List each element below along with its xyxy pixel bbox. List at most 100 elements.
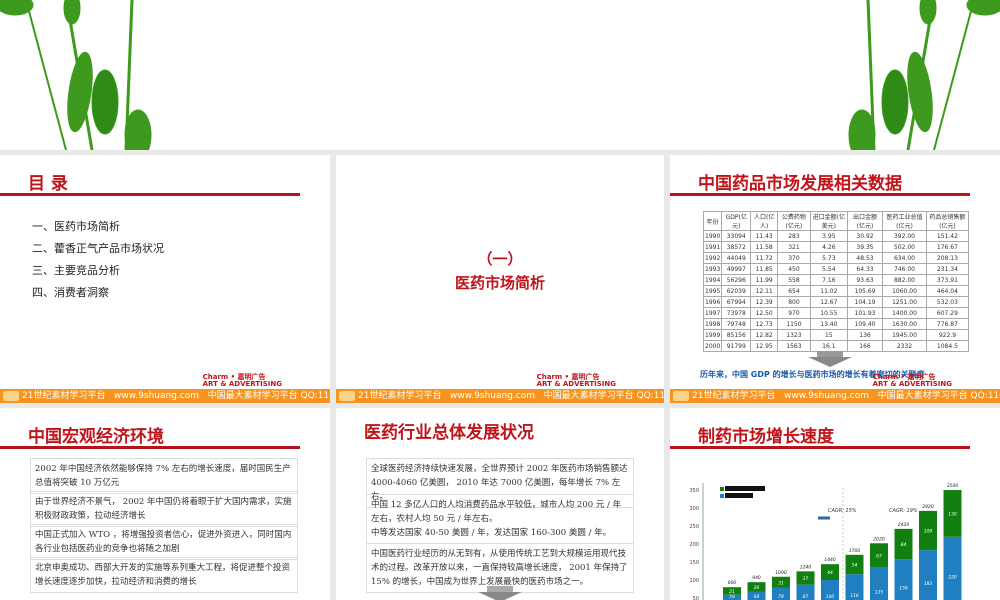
table-row: 1999 85156 12.82 1323 15 136 1945.00 922.9 [702,329,970,341]
column-header: 药品总销售额(亿元) [925,211,970,231]
total-label: 1090 [775,570,787,576]
data-label: 59 [729,594,735,600]
data-label: 220 [948,574,957,580]
slide-thumbnail-3[interactable]: 中国药品市场发展相关数据 年份 GDP(亿元) 人口(亿人) 公费药物(亿元) 进口金额… [670,155,1000,403]
table-cell: 44049 [721,252,752,264]
title-underline [0,193,300,196]
table-cell: 800 [777,296,811,308]
cagr-label: CAGR: 15% [828,508,857,514]
total-label: 940 [752,575,761,581]
data-label: 54 [852,563,858,569]
table-cell: 56296 [721,274,752,286]
table-cell: 1990 [702,230,723,242]
data-label: 109 [924,529,933,535]
total-label: 1440 [824,557,836,563]
table-cell: 607.29 [925,307,970,319]
slide-thumbnail-2[interactable]: （一） 医药市场简析 Charm • 嘉明广告 ART & ADVERTISING… [336,155,664,403]
table-cell: 4.26 [809,241,848,253]
table-cell: 12.39 [750,296,779,308]
footer-bar: 21世纪素材学习平台 www.9shuang.com 中国最大素材学习平台 QQ… [0,389,330,403]
table-cell: 882.00 [882,274,927,286]
table-cell: 11.72 [750,252,779,264]
table-cell: 502.00 [882,241,927,253]
table-cell: 39.35 [846,241,884,253]
data-label: 37 [803,576,809,582]
table-cell: 776.87 [925,318,970,330]
table-cell: 970 [777,307,811,319]
table-cell: 1060.00 [882,285,927,297]
table-cell: 67994 [721,296,752,308]
slide-thumbnail-6[interactable]: 制药市场增长速度 50 100 150 200 250 300 350 CAGR: 15% CA… [670,408,1000,600]
y-tick-label: 100 [689,578,699,584]
table-cell: 1084.5 [925,340,970,352]
column-header: 人口(亿人) [750,211,779,231]
table-cell: 3.95 [809,230,848,242]
cagr-label: CAGR: 19% [889,508,918,514]
data-label: 135 [875,590,884,596]
title-underline [0,446,300,449]
table-cell: 1997 [702,307,723,319]
legend-label [725,493,753,498]
data-label: 130 [948,511,957,517]
table-cell: 136 [846,329,884,341]
title-underline [670,193,970,196]
slide-title: 医药行业总体发展状况 [364,423,534,443]
data-table: 年份 GDP(亿元) 人口(亿人) 公费药物(亿元) 进口金额(亿美元) 出口金额(亿元)… [702,211,970,352]
table-row: 1991 38572 11.58 321 4.26 39.35 502.00 176.67 [702,241,970,253]
table-cell: 7.16 [809,274,848,286]
table-cell: 15 [809,329,848,341]
down-arrow-head [808,357,852,367]
brand-logo: Charm • 嘉明广告 ART & ADVERTISING [202,373,282,388]
total-label: 3500 [947,483,959,489]
y-tick-label: 200 [689,542,699,548]
text-box: 北京申奥成功、西部大开发的实施等系列重大工程，将促进整个投资增长速度逐步加快，拉… [30,557,298,593]
text-box: 中国正式加入 WTO ，将增强投资者信心，促进外资进入，同时国内各行业包括医药业… [30,524,298,560]
table-cell: 85156 [721,329,752,341]
data-label: 31 [778,580,784,586]
text-box: 中国 12 多亿人口的人均消费药品水平较低，城市人均 200 元 / 年左右，农… [366,494,634,544]
slide-title: 中国宏观经济环境 [28,427,164,447]
slide-title: 目 录 [28,174,68,194]
footer-bar: 21世纪素材学习平台 www.9shuang.com 中国最大素材学习平台 QQ… [670,389,1000,403]
footer-bar: 21世纪素材学习平台 www.9shuang.com 中国最大素材学习平台 QQ… [336,389,664,403]
table-cell: 105.69 [846,285,884,297]
table-cell: 11.43 [750,230,779,242]
legend-swatch [720,487,724,491]
slide-thumbnail-4[interactable]: 中国宏观经济环境 2002 年中国经济依然能够保持 7% 左右的增长速度，届时国… [0,408,330,600]
total-label: 1240 [800,564,812,570]
table-cell: 12.50 [750,307,779,319]
table-cell: 654 [777,285,811,297]
table-cell: 1945.00 [882,329,927,341]
table-cell: 321 [777,241,811,253]
table-cell: 1630.00 [882,318,927,330]
slide-thumbnail-5[interactable]: 医药行业总体发展状况 全球医药经济持续快速发展，全世界预计 2002 年医药市场… [336,408,664,600]
table-cell: 49997 [721,263,752,275]
table-cell: 373.91 [925,274,970,286]
table-cell: 48.53 [846,252,884,264]
data-label: 44 [827,570,833,576]
y-tick-label: 350 [689,488,699,494]
toc-item: 一、医药市场简析 [32,220,120,233]
total-label: 2020 [873,536,885,542]
table-row: 2000 91799 12.95 1563 16.1 166 2332 1084.5 [702,340,970,352]
table-row: 1993 49997 11.85 450 5.54 64.33 746.00 231.34 [702,263,970,275]
table-cell: 1150 [777,318,811,330]
table-cell: 1995 [702,285,723,297]
table-cell: 231.34 [925,263,970,275]
section-title: 医药市场简析 [454,274,545,292]
brand-logo: Charm • 嘉明广告 ART & ADVERTISING [536,373,616,388]
table-cell: 12.95 [750,340,779,352]
table-cell: 11.02 [809,285,848,297]
table-cell: 1991 [702,241,723,253]
section-number: （一） [477,250,523,268]
data-label: 158 [899,586,908,592]
toc-item: 三、主要竞品分析 [32,264,120,277]
table-cell: 2000 [702,340,723,352]
table-cell: 1994 [702,274,723,286]
table-cell: 109.40 [846,318,884,330]
table-row: 1990 33094 11.43 283 3.95 30.92 392.00 151.42 [702,230,970,242]
slide-thumbnail-1[interactable]: 目 录 一、医药市场简析 二、藿香正气产品市场状况 三、主要竞品分析 四、消费者… [0,155,330,403]
table-cell: 11.85 [750,263,779,275]
table-row: 1997 73978 12.50 970 10.55 101.93 1400.00 607.2… [702,307,970,319]
total-label: 1700 [849,548,861,554]
